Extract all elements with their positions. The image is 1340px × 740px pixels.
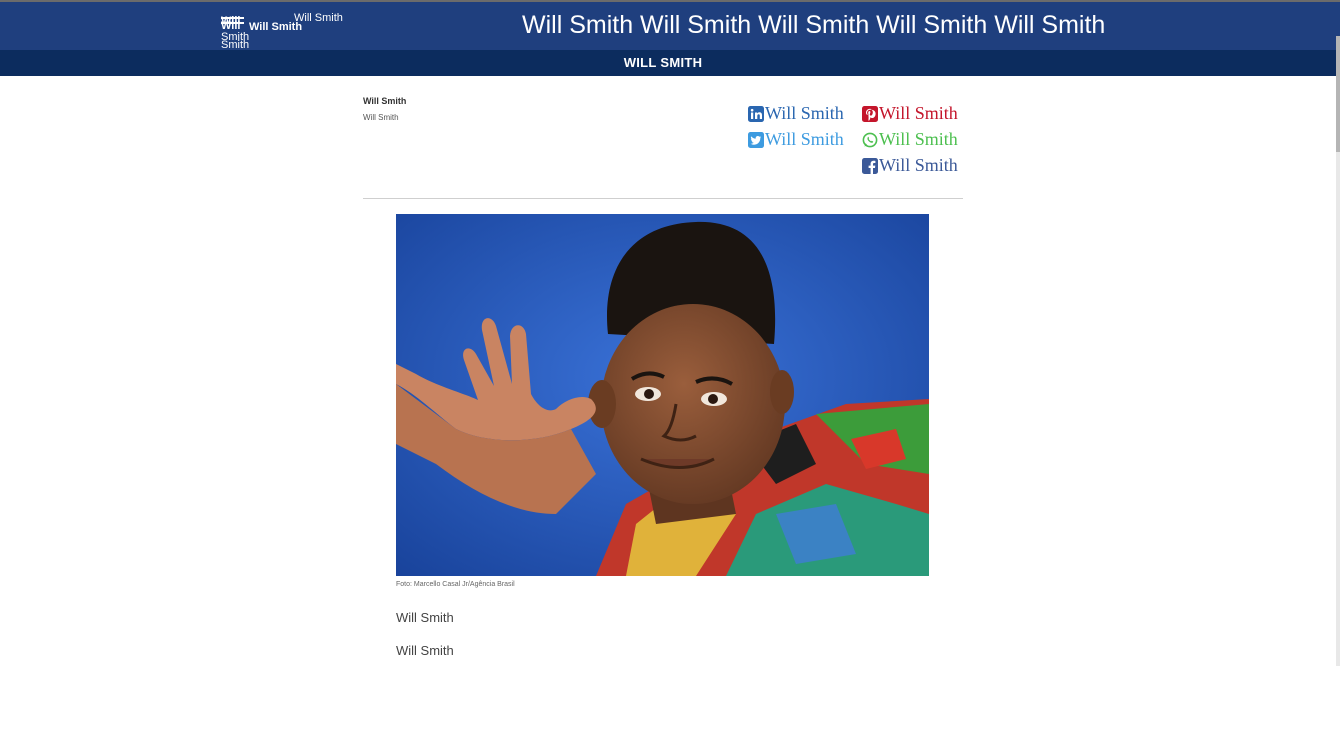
linkedin-icon bbox=[748, 105, 764, 122]
share-label: Will Smith bbox=[879, 103, 958, 123]
article-meta: Will Smith Will Smith bbox=[363, 96, 406, 122]
article-paragraph: Will Smith bbox=[396, 610, 454, 625]
share-label: Will Smith bbox=[879, 155, 958, 175]
site-header: Will Will Smith Smith Will Smith Will Sm… bbox=[0, 2, 1340, 51]
author-name: Will Smith bbox=[363, 96, 407, 106]
article-photo bbox=[396, 214, 929, 576]
section-bar: WILL SMITH bbox=[0, 50, 1340, 76]
share-facebook-button[interactable]: Will Smith bbox=[862, 155, 958, 176]
pinterest-icon bbox=[862, 105, 878, 122]
share-linkedin-button[interactable]: Will Smith bbox=[748, 103, 844, 124]
section-title[interactable]: WILL SMITH bbox=[0, 50, 1326, 76]
share-whatsapp-button[interactable]: Will Smith bbox=[862, 129, 958, 150]
scrollbar-thumb[interactable] bbox=[1336, 36, 1340, 152]
logo-tagline: Will Smith bbox=[294, 12, 343, 24]
portrait-image bbox=[396, 214, 929, 576]
site-title[interactable]: Will Smith Will Smith Will Smith Will Sm… bbox=[522, 11, 1105, 40]
publish-date: Will Smith bbox=[363, 113, 399, 122]
logo-bar bbox=[221, 22, 244, 24]
content-divider bbox=[363, 198, 963, 199]
image-caption: Foto: Marcello Casal Jr/Agência Brasil bbox=[396, 581, 515, 588]
facebook-icon bbox=[862, 157, 878, 174]
whatsapp-icon bbox=[862, 132, 878, 147]
page-scrollbar[interactable] bbox=[1336, 36, 1340, 666]
share-label: Will Smith bbox=[765, 103, 844, 123]
twitter-icon bbox=[748, 131, 764, 148]
article-paragraph: Will Smith bbox=[396, 643, 454, 658]
share-label: Will Smith bbox=[765, 129, 844, 149]
share-label: Will Smith bbox=[879, 129, 958, 149]
logo-bar bbox=[221, 17, 244, 19]
share-twitter-button[interactable]: Will Smith bbox=[748, 129, 844, 150]
share-pinterest-button[interactable]: Will Smith bbox=[862, 103, 958, 124]
